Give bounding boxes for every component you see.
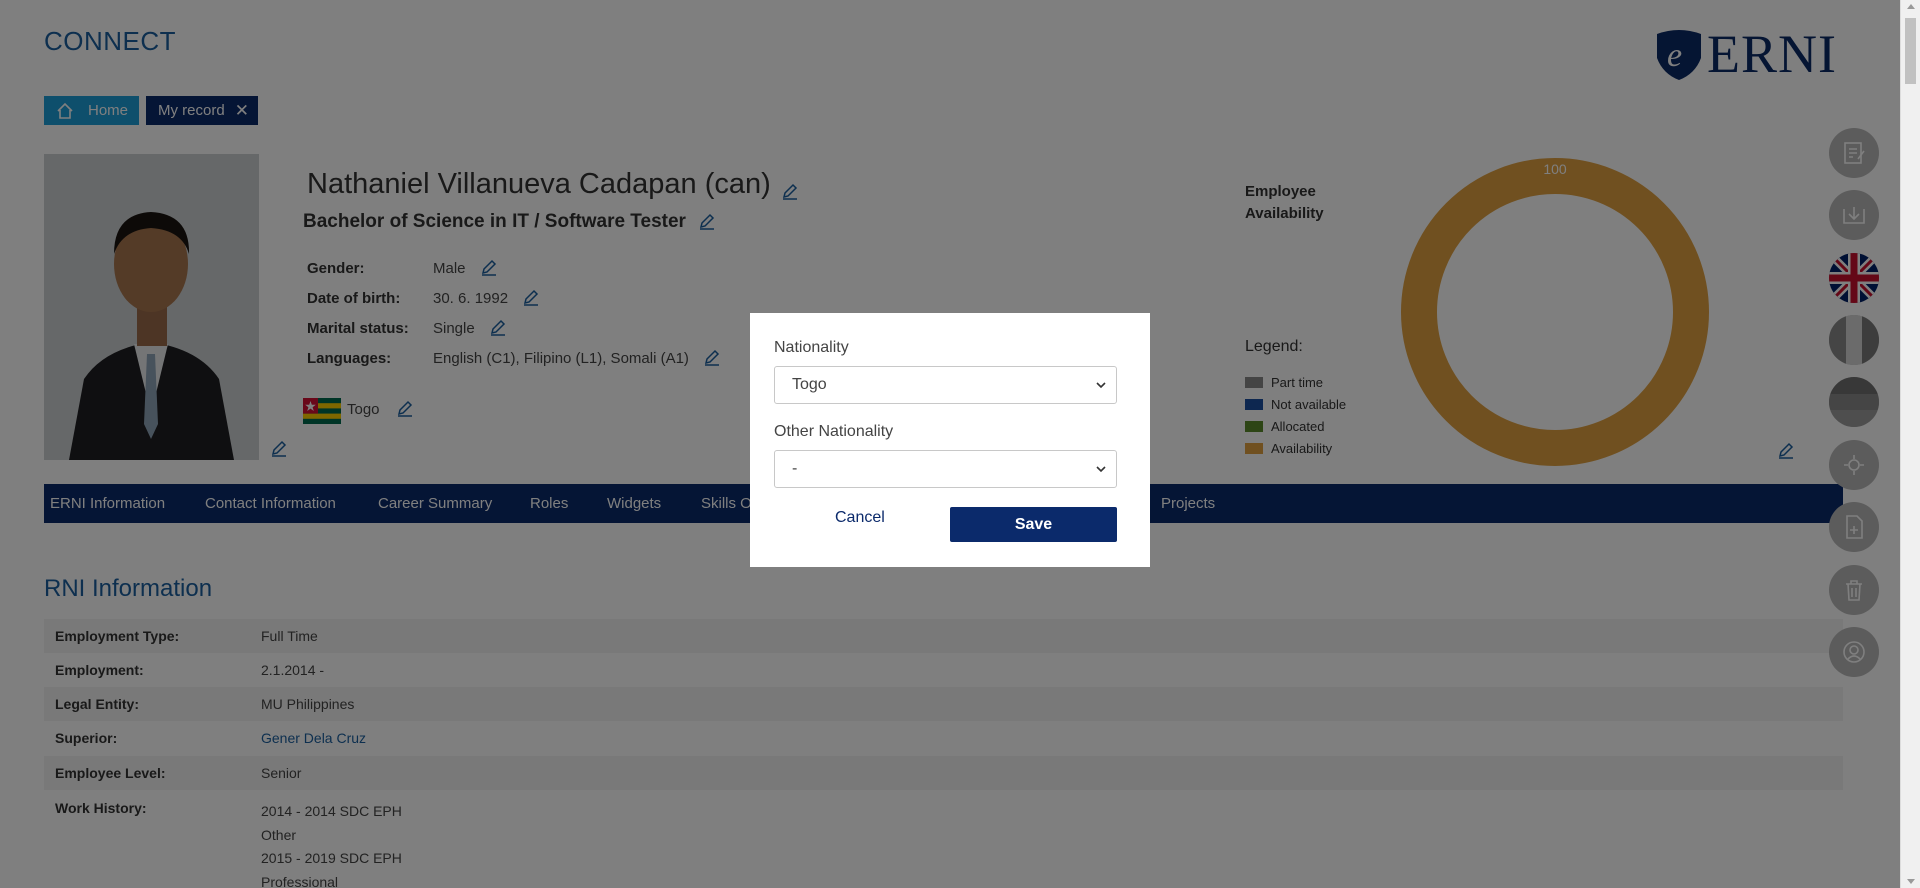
scroll-thumb[interactable]: [1905, 18, 1916, 84]
save-button[interactable]: Save: [950, 507, 1117, 542]
other-nationality-select[interactable]: -: [774, 450, 1117, 488]
chevron-down-icon: [1096, 382, 1106, 389]
nationality-label: Nationality: [774, 339, 849, 356]
page-scrollbar[interactable]: [1900, 0, 1920, 888]
chevron-down-icon: [1096, 466, 1106, 473]
scroll-up-icon[interactable]: [1907, 4, 1915, 9]
nationality-dialog: Nationality Togo Other Nationality - Can…: [750, 313, 1150, 567]
other-nationality-label: Other Nationality: [774, 423, 894, 440]
other-nationality-select-value: -: [792, 460, 798, 477]
nationality-select-value: Togo: [792, 376, 827, 393]
cancel-button[interactable]: Cancel: [835, 509, 885, 527]
scroll-down-icon[interactable]: [1907, 879, 1915, 884]
nationality-select[interactable]: Togo: [774, 366, 1117, 404]
